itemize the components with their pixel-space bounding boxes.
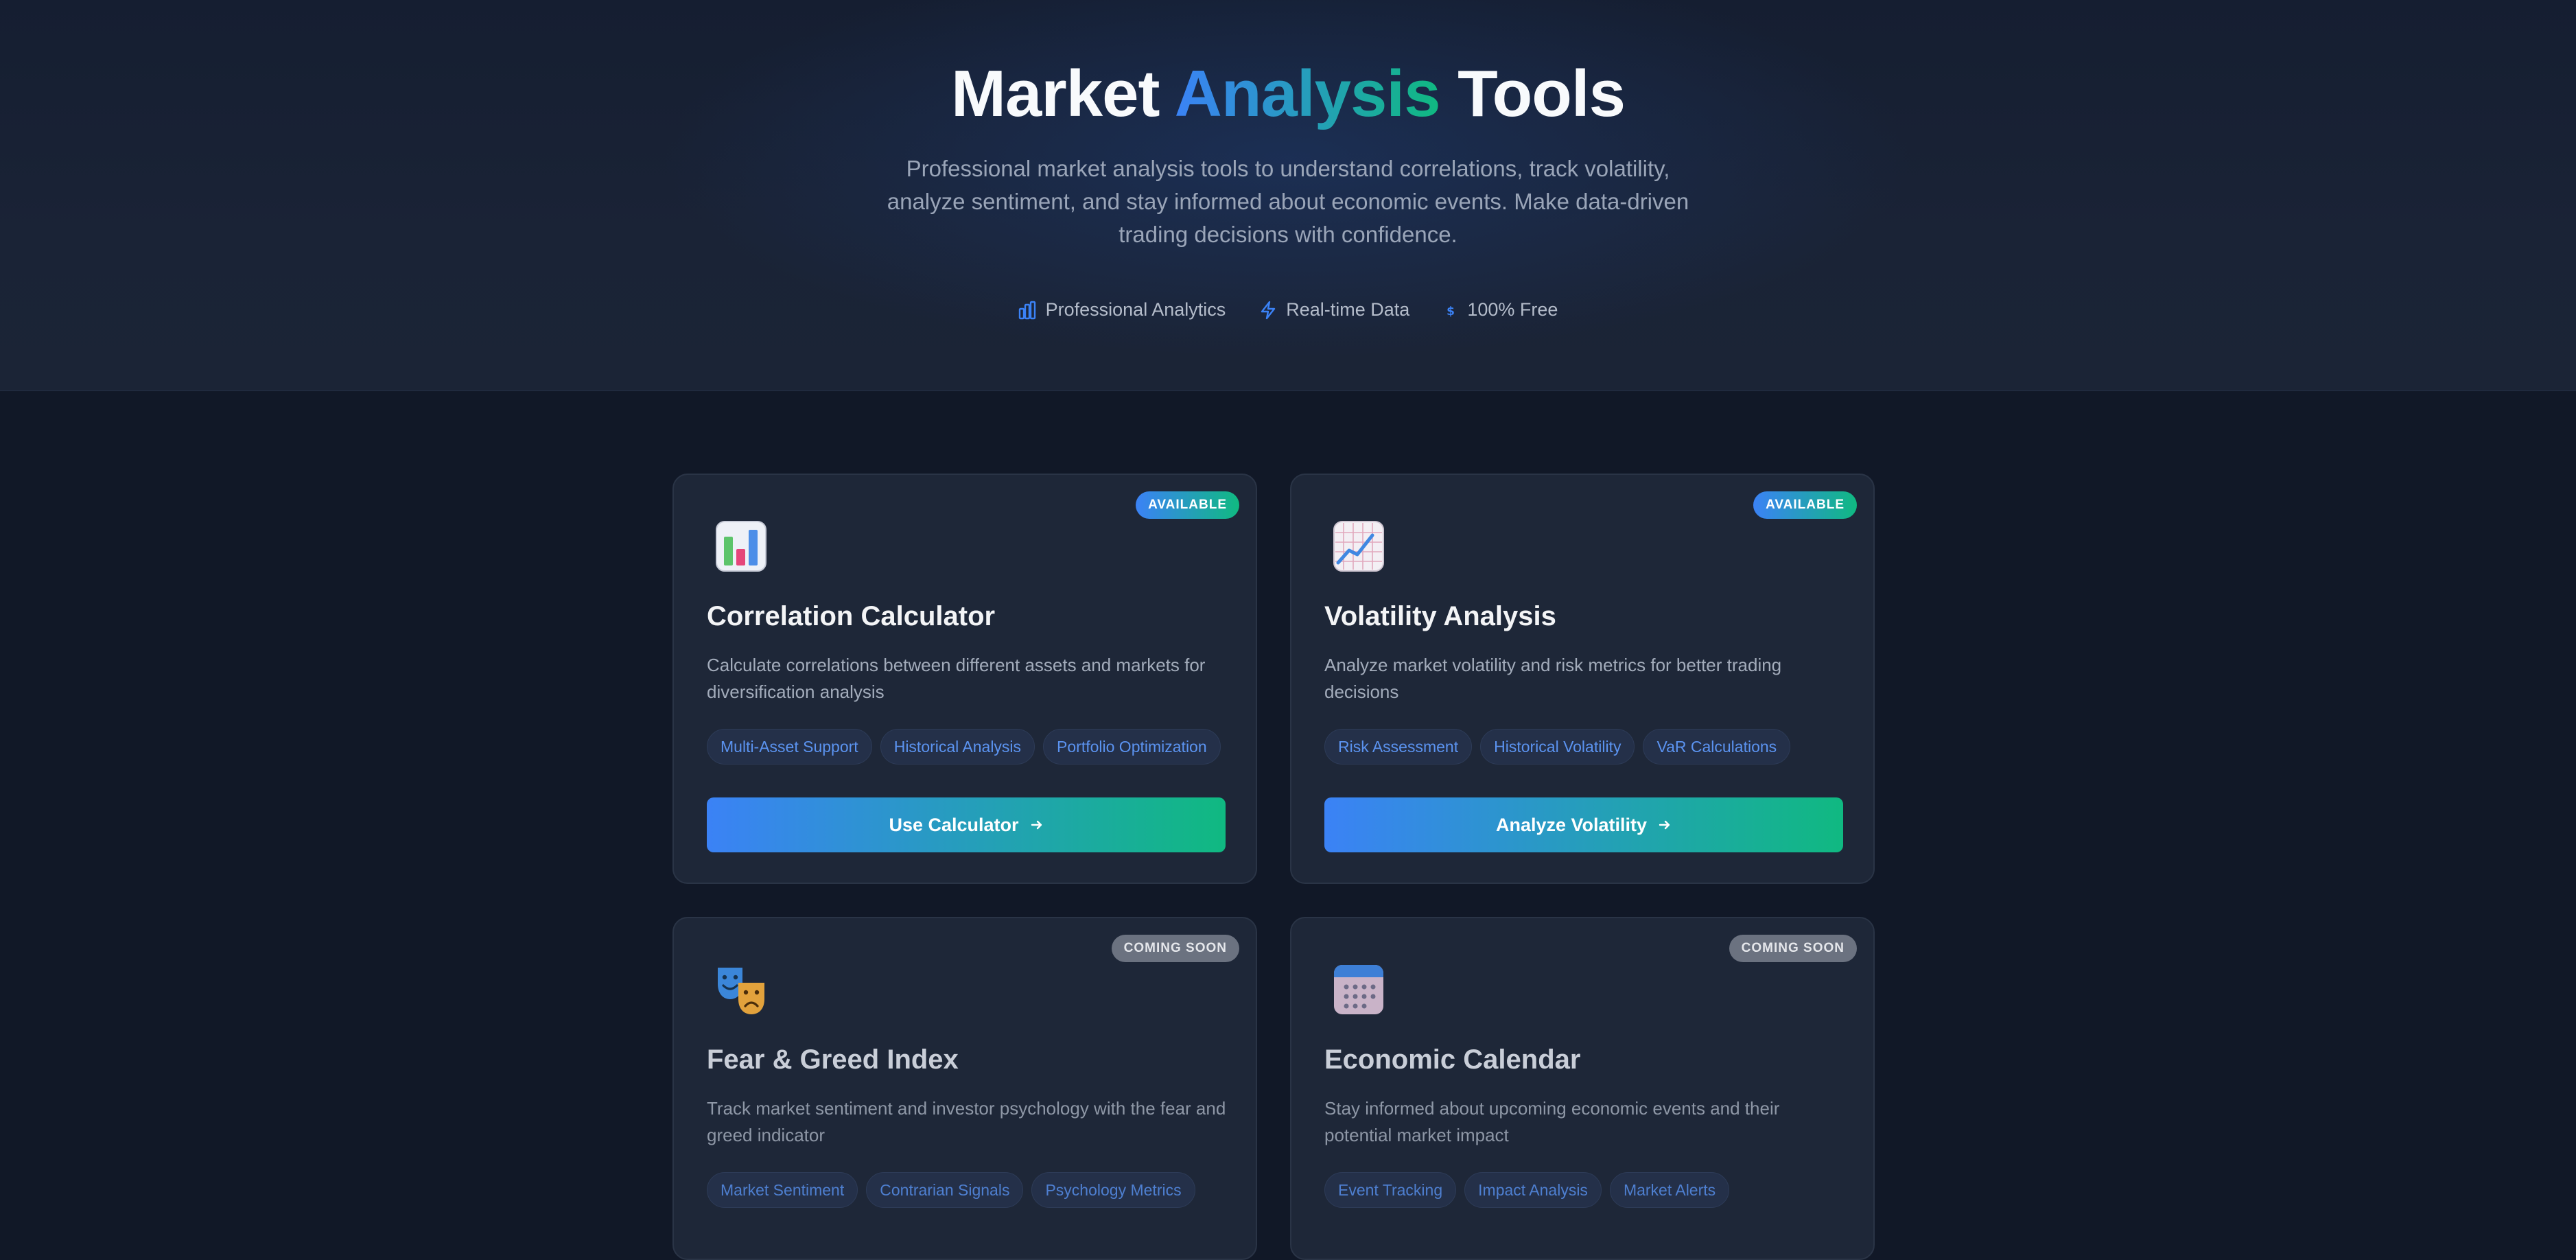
arrow-right-icon <box>1031 820 1042 830</box>
feature-free: $ 100% Free <box>1444 299 1558 320</box>
tag: Historical Analysis <box>880 729 1035 765</box>
hero-features: Professional Analytics Real-time Data $ … <box>0 299 2576 320</box>
tag: Market Alerts <box>1609 1172 1730 1208</box>
title-accent-analysis: Analysis <box>1174 57 1441 130</box>
feature-label: 100% Free <box>1467 299 1558 320</box>
tool-description: Calculate correlations between different… <box>707 655 1206 702</box>
tool-title: Correlation Calculator <box>707 601 996 631</box>
tag: Contrarian Signals <box>866 1172 1024 1208</box>
tag: Risk Assessment <box>1324 729 1473 765</box>
tool-card-fear-greed-index: COMING SOON Fear & Greed Index Track mar… <box>672 917 1257 1260</box>
tool-title: Fear & Greed Index <box>707 1045 959 1075</box>
tool-card-economic-calendar: COMING SOON Economic Calendar Stay infor… <box>1290 917 1875 1260</box>
tool-title: Volatility Analysis <box>1324 601 1556 631</box>
tool-tags: Risk Assessment Historical Volatility Va… <box>1324 729 1791 765</box>
analyze-volatility-button[interactable]: Analyze Volatility <box>1324 797 1843 852</box>
tag: Event Tracking <box>1324 1172 1457 1208</box>
bar-chart-emoji-icon <box>716 521 766 572</box>
use-calculator-button[interactable]: Use Calculator <box>707 797 1226 852</box>
status-badge: COMING SOON <box>1111 935 1239 962</box>
hero-subtitle: Professional market analysis tools to un… <box>887 156 1689 247</box>
tool-description: Analyze market volatility and risk metri… <box>1324 655 1782 702</box>
feature-professional-analytics: Professional Analytics <box>1018 299 1226 320</box>
tool-description: Track market sentiment and investor psyc… <box>707 1098 1226 1145</box>
arrow-right-icon <box>1659 820 1670 830</box>
tool-description: Stay informed about upcoming economic ev… <box>1324 1098 1780 1145</box>
feature-label: Real-time Data <box>1286 299 1410 320</box>
tool-card-volatility-analysis: AVAILABLE Volatility Analysis Analyze ma… <box>1290 474 1875 884</box>
theater-masks-emoji-icon <box>718 968 764 1014</box>
tag: Market Sentiment <box>707 1172 858 1208</box>
trend-chart-emoji-icon <box>1333 521 1384 572</box>
button-label: Analyze Volatility <box>1495 814 1648 835</box>
dollar-icon: $ <box>1447 305 1455 318</box>
calendar-emoji-icon <box>1334 965 1383 1014</box>
tag: Portfolio Optimization <box>1043 729 1221 765</box>
button-label: Use Calculator <box>889 814 1019 835</box>
page-title: Market Analysis Tools <box>0 56 2576 132</box>
tag: VaR Calculations <box>1643 729 1791 765</box>
tool-tags: Multi-Asset Support Historical Analysis … <box>707 729 1221 765</box>
status-badge: COMING SOON <box>1729 935 1857 962</box>
tool-tags: Market Sentiment Contrarian Signals Psyc… <box>707 1172 1195 1208</box>
status-badge: AVAILABLE <box>1753 491 1857 519</box>
tool-tags: Event Tracking Impact Analysis Market Al… <box>1324 1172 1730 1208</box>
tool-card-correlation-calculator: AVAILABLE Correlation Calculator Calcula… <box>672 474 1257 884</box>
svg-text:$: $ <box>1447 305 1455 318</box>
status-badge: AVAILABLE <box>1136 491 1239 519</box>
feature-label: Professional Analytics <box>1045 299 1226 320</box>
tag: Multi-Asset Support <box>707 729 872 765</box>
hero-section: Market Analysis Tools Professional marke… <box>0 0 2576 391</box>
tool-title: Economic Calendar <box>1324 1045 1581 1075</box>
tag: Historical Volatility <box>1480 729 1635 765</box>
feature-real-time-data: Real-time Data <box>1260 299 1409 320</box>
tag: Impact Analysis <box>1464 1172 1602 1208</box>
title-part-tools: Tools <box>1440 57 1626 130</box>
lightning-icon <box>1261 301 1276 319</box>
bar-chart-icon <box>1018 301 1035 319</box>
title-part-market: Market <box>951 57 1175 130</box>
tag: Psychology Metrics <box>1031 1172 1195 1208</box>
